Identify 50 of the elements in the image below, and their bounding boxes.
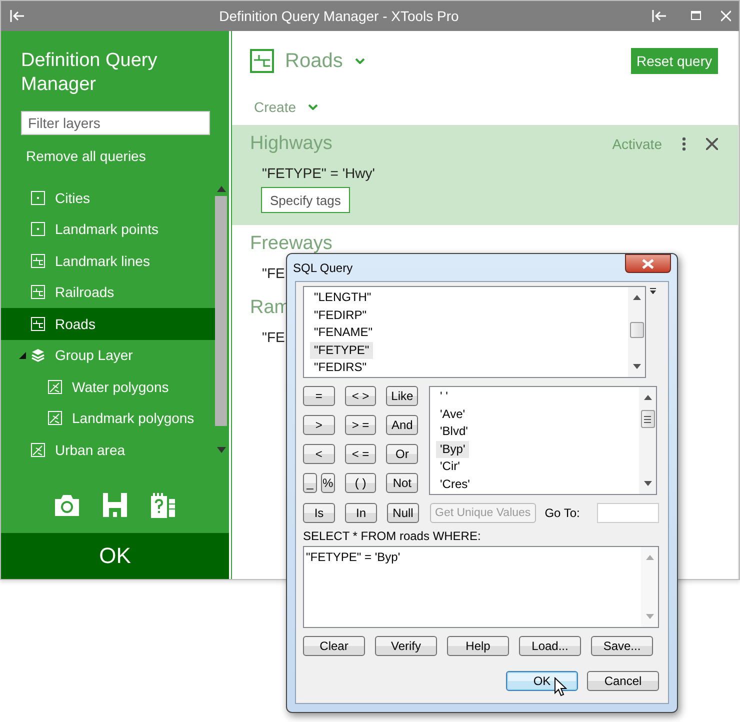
specify-tags-button[interactable]: Specify tags	[261, 187, 350, 213]
operator-button[interactable]: Or	[386, 444, 418, 464]
operator-button[interactable]: In	[345, 503, 377, 523]
operator-button[interactable]: > =	[344, 415, 376, 435]
layer-item[interactable]: Roads	[1, 308, 215, 340]
sidebar-title: Definition Query Manager	[20, 49, 158, 97]
field-list[interactable]: "LENGTH" "FEDIRP" "FENAME" "FETYPE" "FEDIRS"	[303, 286, 646, 378]
value-list[interactable]: ' ' 'Ave' 'Blvd' 'Byp' 'Cir' 'Cres'	[429, 386, 657, 495]
go-to-label: Go To:	[544, 506, 580, 520]
value-item[interactable]: 'Cres'	[436, 476, 474, 493]
operator-button[interactable]: =	[303, 386, 335, 406]
query-expression: "FETYPE" = 'Hwy'	[262, 165, 375, 181]
field-item[interactable]: "FEDIRS"	[310, 359, 371, 376]
operator-button[interactable]: < =	[344, 444, 376, 464]
sql-label: SELECT * FROM roads WHERE:	[303, 529, 482, 543]
operator-button[interactable]: >	[303, 415, 335, 435]
operator-button[interactable]: _	[303, 473, 317, 493]
operator-button[interactable]: Is	[303, 503, 335, 523]
operator-button[interactable]: Null	[387, 503, 419, 523]
operator-button[interactable]: And	[386, 415, 418, 435]
ok-button[interactable]: OK	[1, 533, 229, 579]
window-title: Definition Query Manager - XTools Pro	[218, 8, 460, 24]
action-button[interactable]: Load...	[519, 636, 581, 656]
layer-name: Roads	[285, 50, 343, 72]
query-title: Highways	[250, 133, 332, 155]
value-item[interactable]: ' '	[436, 388, 452, 406]
field-item[interactable]: "LENGTH"	[310, 289, 376, 306]
action-button[interactable]: Save...	[591, 636, 653, 656]
value-item[interactable]: 'Cir'	[436, 458, 464, 476]
operator-button[interactable]: < >	[344, 386, 376, 406]
operator-button[interactable]: %	[320, 473, 335, 493]
ok-button[interactable]: OK	[506, 671, 578, 691]
action-button[interactable]: Clear	[303, 636, 365, 656]
field-item[interactable]: "FENAME"	[310, 324, 377, 342]
filter-field[interactable]: Filter layers	[21, 111, 210, 135]
dialog-title: SQL Query	[293, 260, 353, 274]
value-item[interactable]: 'Blvd'	[436, 423, 472, 440]
operator-button[interactable]: Not	[386, 473, 418, 493]
action-button[interactable]: Verify	[375, 636, 437, 656]
query-card[interactable]: Highways Activate "FETYPE" = 'Hwy' Specify tags	[232, 125, 738, 225]
cancel-button[interactable]: Cancel	[587, 671, 659, 691]
operator-button[interactable]: ( )	[344, 473, 376, 493]
query-expression: "FE	[262, 329, 285, 345]
action-button[interactable]: Help	[447, 636, 509, 656]
operator-button[interactable]: Like	[386, 386, 418, 406]
field-item[interactable]: "FEDIRP"	[310, 306, 371, 324]
value-item[interactable]: 'Byp'	[436, 440, 470, 458]
field-item[interactable]: "FETYPE"	[310, 342, 374, 359]
value-item[interactable]: 'Ave'	[436, 406, 470, 423]
operator-button[interactable]: <	[303, 444, 335, 464]
